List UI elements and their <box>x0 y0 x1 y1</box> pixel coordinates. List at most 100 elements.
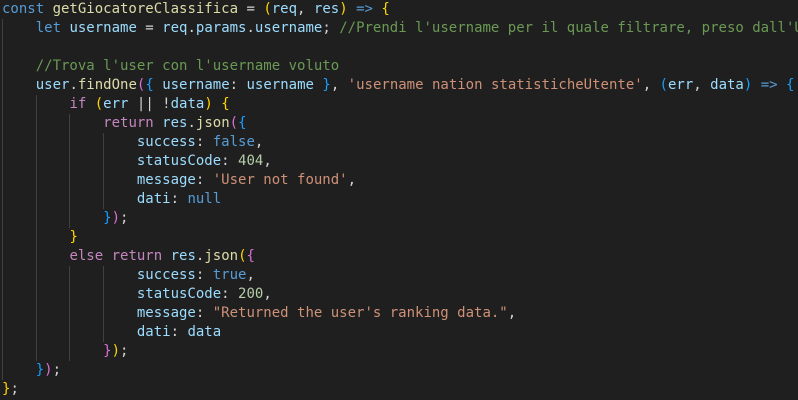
code-token: json <box>195 115 230 131</box>
indent-guide <box>69 209 71 228</box>
code-line[interactable]: if (err || !data) { <box>2 95 798 114</box>
indent-guide <box>103 152 105 171</box>
code-line[interactable]: dati: data <box>2 323 798 342</box>
code-token: , <box>297 1 314 17</box>
indent-guide <box>2 38 3 57</box>
code-token: : <box>229 77 247 93</box>
code-token: , <box>263 286 272 302</box>
code-token: findOne <box>77 77 137 93</box>
code-token: = <box>136 20 163 36</box>
indent-guide <box>103 171 105 190</box>
code-token: => <box>356 1 373 17</box>
indent-guide <box>35 190 37 209</box>
code-line[interactable]: user.findOne ({ username: username }, 'us… <box>2 76 798 95</box>
code-token: user <box>35 77 70 93</box>
code-line[interactable] <box>2 38 798 57</box>
indent-guide <box>103 266 105 285</box>
code-line[interactable]: } <box>2 228 798 247</box>
code-token: . <box>69 77 78 93</box>
indent-guide <box>103 190 105 209</box>
code-token: ; <box>322 20 340 36</box>
code-token: : <box>195 267 213 283</box>
code-line[interactable]: success: false, <box>2 133 798 152</box>
code-editor[interactable]: const getGiocatoreClassifica = (req, res… <box>0 0 798 400</box>
code-line[interactable]: message: 'User not found', <box>2 171 798 190</box>
code-line[interactable]: const getGiocatoreClassifica = (req, res… <box>2 0 798 19</box>
code-token: data <box>170 96 205 112</box>
code-line[interactable]: return res.json({ <box>2 114 798 133</box>
code-token: message <box>136 305 196 321</box>
indent-guide <box>2 285 3 304</box>
indent-guide <box>35 266 37 285</box>
indent-guide <box>69 171 71 190</box>
code-token: ( <box>229 115 239 131</box>
code-token: : <box>195 172 213 188</box>
indent-guide <box>35 114 37 133</box>
code-token: 'User not found' <box>212 172 348 188</box>
code-line[interactable]: //Trova l'user con l'username voluto <box>2 57 798 76</box>
code-token: success <box>136 267 196 283</box>
indent-guide <box>2 247 3 266</box>
code-token: username <box>246 77 314 93</box>
code-token: ) <box>111 210 121 226</box>
indent-guide <box>103 133 105 152</box>
code-line[interactable]: }; <box>2 380 798 399</box>
code-line[interactable]: let username = req.params.username; //Pr… <box>2 19 798 38</box>
code-line[interactable]: }); <box>2 342 798 361</box>
code-token: true <box>212 267 247 283</box>
code-token: req <box>162 20 188 36</box>
indent-guide <box>2 114 3 133</box>
code-token: : <box>221 286 239 302</box>
code-token: req <box>271 1 298 17</box>
indent-guide <box>2 304 3 323</box>
code-token: null <box>187 191 222 207</box>
code-token: ) <box>204 96 213 112</box>
code-token: . <box>246 20 255 36</box>
code-token: ) <box>111 343 121 359</box>
indent-guide <box>35 133 37 152</box>
indent-guide <box>35 228 37 247</box>
code-token: } <box>322 77 331 93</box>
code-token: username <box>254 20 323 36</box>
code-line[interactable]: message: "Returned the user's ranking da… <box>2 304 798 323</box>
code-token: { <box>145 77 154 93</box>
code-line[interactable]: dati: null <box>2 190 798 209</box>
code-token: statusCode <box>136 286 222 302</box>
code-token: //Prendi l'username per il quale filtrar… <box>339 20 798 36</box>
code-token: res <box>162 115 188 131</box>
indent-guide <box>69 190 71 209</box>
code-line[interactable]: }); <box>2 209 798 228</box>
code-line[interactable]: statusCode: 200, <box>2 285 798 304</box>
code-line[interactable]: statusCode: 404, <box>2 152 798 171</box>
indent-guide <box>103 285 105 304</box>
code-token: false <box>212 134 255 150</box>
indent-guide <box>35 247 37 266</box>
indent-guide <box>35 304 37 323</box>
code-token: { <box>246 248 255 264</box>
code-token: ; <box>120 210 129 226</box>
code-text-area[interactable]: const getGiocatoreClassifica = (req, res… <box>2 0 798 399</box>
code-token: params <box>195 20 247 36</box>
indent-guide <box>69 323 71 342</box>
code-token: if <box>69 96 87 112</box>
code-token: statusCode <box>136 153 222 169</box>
code-token: , <box>693 77 711 93</box>
code-token: . <box>187 20 196 36</box>
code-token: //Trova l'user con l'username voluto <box>35 58 340 74</box>
code-token: dati <box>136 324 171 340</box>
code-token: , <box>246 267 255 283</box>
code-line[interactable]: success: true, <box>2 266 798 285</box>
code-line[interactable]: else return res.json({ <box>2 247 798 266</box>
code-token: , <box>254 134 264 150</box>
code-token: { <box>221 96 230 112</box>
indent-guide <box>103 323 105 342</box>
code-line[interactable]: }); <box>2 361 798 380</box>
